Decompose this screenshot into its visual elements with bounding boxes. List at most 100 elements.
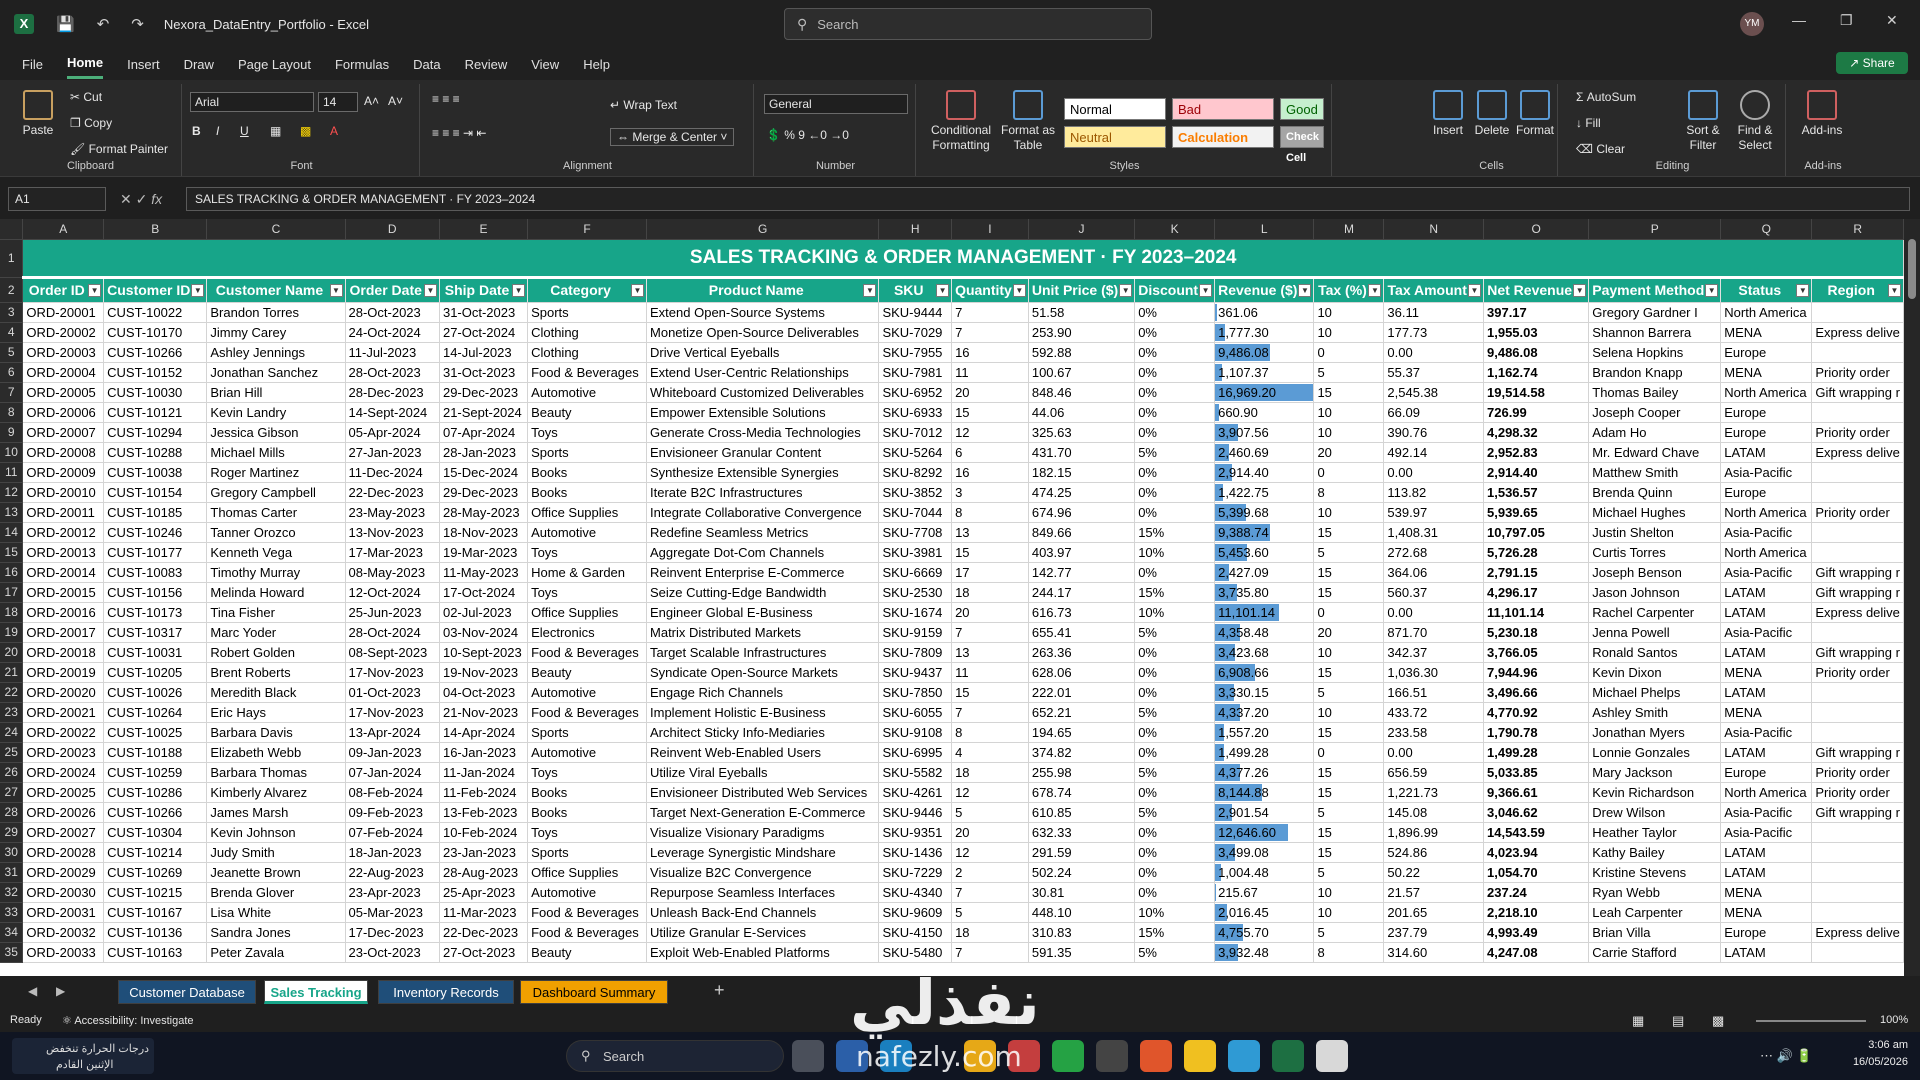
underline-button[interactable]: U [240, 124, 249, 138]
table-cell[interactable]: 10 [1313, 302, 1385, 323]
table-cell[interactable]: 20 [1313, 622, 1385, 643]
table-cell[interactable]: Automotive [527, 742, 648, 763]
table-cell[interactable]: 20 [951, 382, 1029, 403]
table-cell[interactable]: 11-Dec-2024 [345, 462, 440, 483]
column-header[interactable]: I [951, 219, 1029, 240]
filter-dropdown-icon[interactable]: ▼ [1573, 283, 1587, 297]
table-cell[interactable]: Michael Hughes [1588, 502, 1722, 523]
table-cell[interactable]: 4,298.32 [1483, 422, 1590, 443]
table-header-cell[interactable]: Status ▼ [1720, 277, 1813, 303]
table-cell[interactable]: Books [527, 462, 648, 483]
table-cell[interactable]: ORD-20010 [22, 482, 105, 503]
table-cell[interactable]: CUST-10038 [103, 462, 208, 483]
table-cell[interactable]: CUST-10286 [103, 782, 208, 803]
table-cell[interactable]: 21.57 [1383, 882, 1484, 903]
table-cell[interactable]: 5 [1313, 542, 1385, 563]
filter-dropdown-icon[interactable]: ▼ [88, 283, 102, 297]
table-cell[interactable]: 15 [1313, 842, 1385, 863]
table-cell[interactable]: 14-Sept-2024 [345, 402, 440, 423]
table-cell[interactable]: Asia-Pacific [1720, 802, 1813, 823]
row-header[interactable]: 7 [0, 382, 24, 403]
table-cell[interactable]: 253.90 [1028, 322, 1136, 343]
table-cell[interactable]: Visualize B2C Convergence [646, 862, 880, 883]
table-cell[interactable]: 1,499.28 [1214, 742, 1315, 763]
table-cell[interactable]: Jimmy Carey [206, 322, 346, 343]
table-cell[interactable]: CUST-10259 [103, 762, 208, 783]
table-cell[interactable]: 30.81 [1028, 882, 1136, 903]
table-cell[interactable]: 7 [951, 702, 1029, 723]
table-cell[interactable]: 18 [951, 762, 1029, 783]
fx-icon[interactable]: ✕ ✓ fx [120, 191, 180, 208]
row-header[interactable]: 1 [0, 239, 24, 278]
table-cell[interactable]: 592.88 [1028, 342, 1136, 363]
table-cell[interactable]: ORD-20002 [22, 322, 105, 343]
table-cell[interactable]: 11-Mar-2023 [439, 902, 529, 923]
sheet-tab-customer-database[interactable]: Customer Database [118, 980, 256, 1004]
table-cell[interactable]: 13-Feb-2023 [439, 802, 529, 823]
table-cell[interactable]: 0 [1313, 742, 1385, 763]
table-cell[interactable]: Reinvent Web-Enabled Users [646, 742, 880, 763]
row-header[interactable]: 31 [0, 862, 24, 883]
table-cell[interactable]: 5,453.60 [1214, 542, 1315, 563]
table-cell[interactable]: CUST-10030 [103, 382, 208, 403]
table-cell[interactable]: ORD-20019 [22, 662, 105, 683]
row-header[interactable]: 5 [0, 342, 24, 363]
table-cell[interactable]: Lisa White [206, 902, 346, 923]
menu-formulas[interactable]: Formulas [335, 51, 389, 78]
table-cell[interactable]: 0.00 [1383, 602, 1484, 623]
menu-draw[interactable]: Draw [184, 51, 214, 78]
table-cell[interactable]: 616.73 [1028, 602, 1136, 623]
table-cell[interactable]: 1,036.30 [1383, 662, 1484, 683]
table-cell[interactable]: ORD-20009 [22, 462, 105, 483]
filter-dropdown-icon[interactable]: ▼ [1796, 283, 1810, 297]
table-header-cell[interactable]: Tax Amount ▼ [1383, 277, 1484, 303]
table-cell[interactable]: Kristine Stevens [1588, 862, 1722, 883]
table-cell[interactable]: 8 [1313, 482, 1385, 503]
table-cell[interactable]: 18-Jan-2023 [345, 842, 440, 863]
table-cell[interactable]: 0% [1134, 562, 1216, 583]
table-cell[interactable] [1811, 522, 1904, 543]
table-cell[interactable]: Generate Cross-Media Technologies [646, 422, 880, 443]
table-cell[interactable]: 11-May-2023 [439, 562, 529, 583]
table-cell[interactable]: 448.10 [1028, 902, 1136, 923]
row-header[interactable]: 25 [0, 742, 24, 763]
table-cell[interactable]: 194.65 [1028, 722, 1136, 743]
table-cell[interactable]: 0% [1134, 782, 1216, 803]
table-cell[interactable]: 10% [1134, 902, 1216, 923]
merge-center-button[interactable]: ⇔ Merge & Center ˅ [610, 128, 735, 146]
table-cell[interactable]: ORD-20030 [22, 882, 105, 903]
table-cell[interactable]: 433.72 [1383, 702, 1484, 723]
row-header[interactable]: 11 [0, 462, 24, 483]
table-cell[interactable]: 29-Dec-2023 [439, 382, 529, 403]
table-cell[interactable]: 25-Apr-2023 [439, 882, 529, 903]
table-cell[interactable]: Priority order [1811, 782, 1904, 803]
column-header[interactable]: Q [1720, 219, 1813, 240]
table-cell[interactable]: 10 [1313, 642, 1385, 663]
table-cell[interactable]: 4,023.94 [1483, 842, 1590, 863]
column-header[interactable]: R [1811, 219, 1904, 240]
table-cell[interactable]: CUST-10026 [103, 682, 208, 703]
table-cell[interactable]: 44.06 [1028, 402, 1136, 423]
table-cell[interactable]: 0 [1313, 602, 1385, 623]
table-cell[interactable]: 726.99 [1483, 402, 1590, 423]
table-cell[interactable]: 5,726.28 [1483, 542, 1590, 563]
filter-dropdown-icon[interactable]: ▼ [512, 283, 526, 297]
table-header-cell[interactable]: Net Revenue ▼ [1483, 277, 1590, 303]
zoom-slider[interactable] [1756, 1020, 1866, 1022]
table-cell[interactable] [1811, 622, 1904, 643]
table-cell[interactable]: 310.83 [1028, 922, 1136, 943]
table-cell[interactable]: SKU-7981 [878, 362, 953, 383]
next-sheet-icon[interactable]: ▶ [56, 984, 65, 998]
table-cell[interactable]: 15 [1313, 382, 1385, 403]
table-cell[interactable]: 19,514.58 [1483, 382, 1590, 403]
menu-view[interactable]: View [531, 51, 559, 78]
autosum-button[interactable]: Σ AutoSum [1576, 90, 1636, 104]
table-header-cell[interactable]: Quantity ▼ [951, 277, 1029, 303]
table-cell[interactable]: North America [1720, 502, 1813, 523]
table-cell[interactable]: 5 [1313, 802, 1385, 823]
table-cell[interactable]: 1,408.31 [1383, 522, 1484, 543]
table-cell[interactable]: 502.24 [1028, 862, 1136, 883]
table-cell[interactable]: 14-Apr-2024 [439, 722, 529, 743]
table-cell[interactable]: 22-Aug-2023 [345, 862, 440, 883]
table-cell[interactable]: 15 [1313, 582, 1385, 603]
